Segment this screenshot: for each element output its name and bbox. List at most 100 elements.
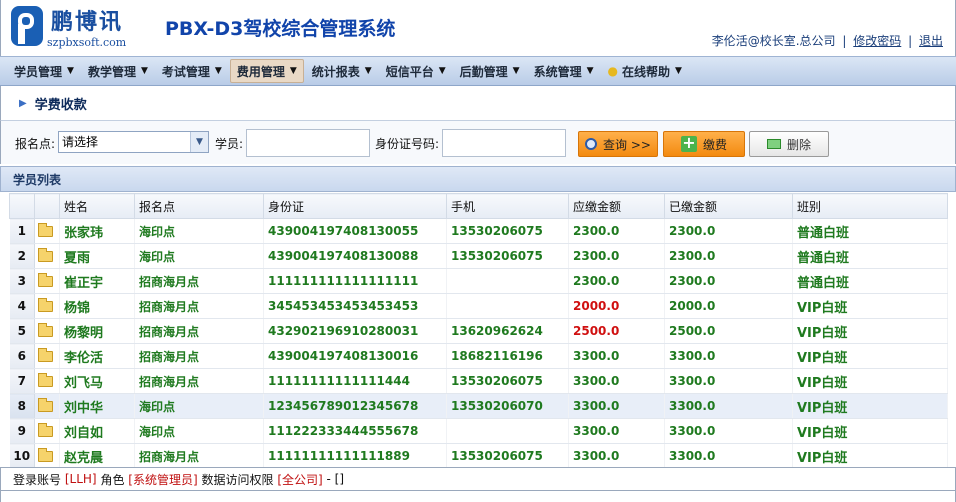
row-number: 9 [9,418,35,444]
cell-class: VIP白班 [792,293,948,319]
table-row[interactable]: 7 刘飞马 招商海月点 11111111111111444 13530206075 330… [9,368,948,394]
cell-id: 111111111111111111 [263,268,447,294]
cell-site: 招商海月点 [134,368,264,394]
search-icon [585,138,598,150]
cell-class: VIP白班 [792,318,948,344]
caret-down-icon: ▼ [214,66,222,76]
col-site[interactable]: 报名点 [134,193,264,219]
caret-down-icon: ▼ [67,66,74,76]
col-icon [34,193,60,219]
cell-id: 432902196910280031 [263,318,447,344]
caret-down-icon: ▼ [438,66,446,76]
cell-paid: 2500.0 [664,318,793,344]
cell-id: 123456789012345678 [263,393,447,419]
cell-paid: 3300.0 [664,343,793,369]
student-list-title: 学员列表 [13,172,62,187]
folder-icon[interactable] [38,248,53,262]
logo-domain: szpbxsoft.com [47,36,127,49]
col-paid[interactable]: 已缴金额 [664,193,793,219]
cell-name: 崔正宇 [59,268,135,294]
folder-icon[interactable] [38,398,53,412]
delete-button[interactable]: 删除 [749,131,829,157]
cell-phone: 18682116196 [446,343,569,369]
row-number: 7 [9,368,35,394]
cell-class: VIP白班 [792,393,948,419]
site-select[interactable]: 请选择 ▼ [58,131,209,153]
cell-site: 招商海月点 [134,343,264,369]
table-row[interactable]: 8 刘中华 海印点 123456789012345678 13530206070 3300… [9,393,948,419]
col-id[interactable]: 身份证 [263,193,447,219]
menu-reports[interactable]: 统计报表 ▼ [306,59,378,83]
student-table-container: 姓名 报名点 身份证 手机 应缴金额 已缴金额 班别 1 张家玮 海印点 439004… [9,193,948,469]
folder-icon[interactable] [38,273,53,287]
folder-icon[interactable] [38,348,53,362]
folder-icon[interactable] [38,448,53,462]
separator: | [842,34,847,48]
cell-site: 招商海月点 [134,268,264,294]
lightbulb-icon: ● [607,64,618,78]
cell-phone [446,418,569,444]
caret-down-icon: ▼ [364,66,372,76]
caret-down-icon: ▼ [512,66,520,76]
pay-button[interactable]: + 缴费 [663,131,745,157]
cell-due: 3300.0 [568,418,665,444]
menu-student-management[interactable]: 学员管理 ▼ [8,59,80,83]
folder-icon-cell [34,268,60,294]
table-row[interactable]: 3 崔正宇 招商海月点 111111111111111111 2300.0 2300.0 普… [9,268,948,294]
caret-down-icon: ▼ [140,66,148,76]
table-row[interactable]: 10 赵克晨 招商海月点 11111111111111889 13530206075 33… [9,443,948,469]
user-bar: 李伦活@校长室.总公司 | 修改密码 | 退出 [712,32,943,49]
cell-class: 普通白班 [792,218,948,244]
query-button[interactable]: 查询 >> [578,131,658,157]
col-phone[interactable]: 手机 [446,193,569,219]
table-row[interactable]: 1 张家玮 海印点 439004197408130055 13530206075 2300… [9,218,948,244]
folder-icon[interactable] [38,323,53,337]
student-input[interactable] [246,129,370,157]
menu-system-management[interactable]: 系统管理 ▼ [528,59,600,83]
table-row[interactable]: 2 夏雨 海印点 439004197408130088 13530206075 2300.… [9,243,948,269]
folder-icon[interactable] [38,423,53,437]
table-header-row: 姓名 报名点 身份证 手机 应缴金额 已缴金额 班别 [9,193,948,219]
change-password-link[interactable]: 修改密码 [853,34,901,48]
table-row[interactable]: 5 杨黎明 招商海月点 432902196910280031 13620962624 25… [9,318,948,344]
col-due[interactable]: 应缴金额 [568,193,665,219]
student-table: 姓名 报名点 身份证 手机 应缴金额 已缴金额 班别 1 张家玮 海印点 439004… [9,193,948,469]
account-label: 登录账号 [13,472,62,487]
cell-paid: 3300.0 [664,418,793,444]
bottom-strip [0,491,956,502]
col-class[interactable]: 班别 [792,193,948,219]
cell-name: 夏雨 [59,243,135,269]
folder-icon[interactable] [38,223,53,237]
folder-icon[interactable] [38,373,53,387]
table-row[interactable]: 6 李伦活 招商海月点 439004197408130016 18682116196 33… [9,343,948,369]
folder-icon[interactable] [38,298,53,312]
col-name[interactable]: 姓名 [59,193,135,219]
menu-fee-management[interactable]: 费用管理 ▼ [229,59,304,83]
menu-teaching-management[interactable]: 教学管理 ▼ [82,59,154,83]
logout-link[interactable]: 退出 [919,34,943,48]
student-label: 学员: [215,137,244,151]
student-list-header: 学员列表 [0,166,956,192]
menu-logistics[interactable]: 后勤管理 ▼ [454,59,526,83]
cell-paid: 3300.0 [664,443,793,469]
table-row[interactable]: 4 杨锦 招商海月点 345453453453453453 2000.0 2000.0 VI… [9,293,948,319]
menu-label: 在线帮助 [621,64,670,79]
cell-due: 2500.0 [568,318,665,344]
cell-class: 普通白班 [792,243,948,269]
delete-icon [766,139,781,149]
cell-paid: 2300.0 [664,218,793,244]
cell-due: 3300.0 [568,368,665,394]
menu-label: 考试管理 [161,64,210,79]
menu-exam-management[interactable]: 考试管理 ▼ [156,59,228,83]
logo-mark-icon [11,6,43,46]
menu-online-help[interactable]: ● 在线帮助 ▼ [602,59,688,83]
table-row[interactable]: 9 刘自如 海印点 111222333444555678 3300.0 3300.0 VIP… [9,418,948,444]
id-number-input[interactable] [442,129,566,157]
logo: 鹏博讯 szpbxsoft.com [9,4,139,52]
caret-down-icon: ▼ [289,66,297,76]
cell-site: 海印点 [134,418,264,444]
chevron-down-icon: ▼ [190,132,208,152]
cell-id: 439004197408130055 [263,218,447,244]
menu-sms-platform[interactable]: 短信平台 ▼ [380,59,452,83]
folder-icon-cell [34,368,60,394]
